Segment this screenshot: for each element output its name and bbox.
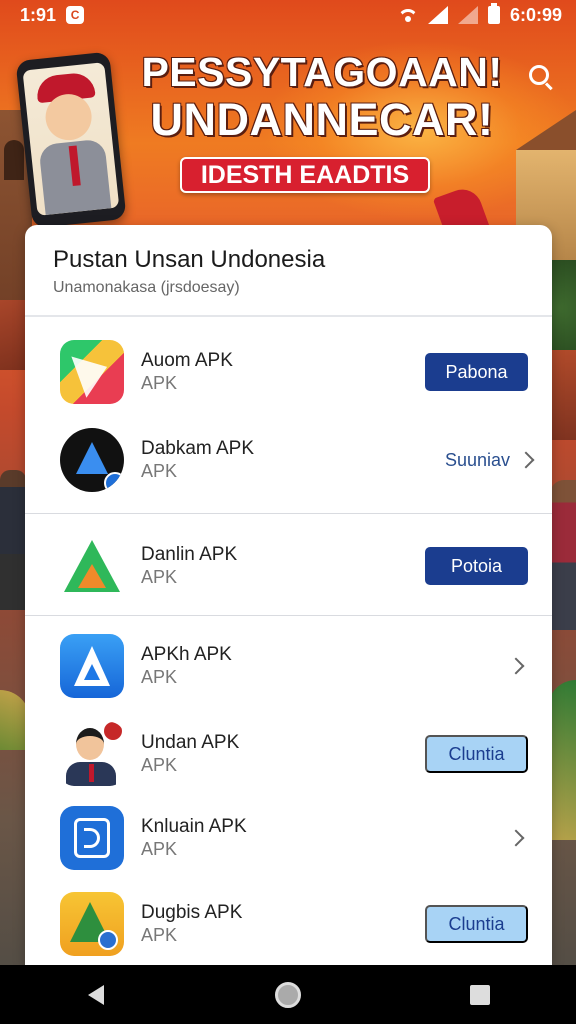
notification-badge-icon [104, 722, 122, 740]
app-type: APK [141, 373, 178, 393]
back-icon [88, 984, 104, 1005]
app-text: Undan APK APK [141, 732, 239, 776]
triangle-app-icon [60, 534, 124, 598]
app-text: APKh APK APK [141, 644, 232, 688]
person-tie [89, 764, 94, 782]
app-row-knluain[interactable]: Knluain APK APK [25, 795, 552, 881]
app-name: Danlin APK [141, 544, 238, 565]
app-row-auom[interactable]: Auom APK APK Pabona [25, 329, 552, 415]
battery-icon [487, 3, 500, 24]
home-button[interactable] [258, 975, 318, 1015]
app-row-danlin[interactable]: Danlin APK APK Potoia [25, 523, 552, 609]
search-button[interactable] [522, 58, 556, 92]
phone-screen [22, 62, 120, 216]
app-text: Dabkam APK APK [141, 438, 254, 482]
wifi-icon [398, 7, 418, 23]
app-name: Knluain APK [141, 816, 247, 837]
signal-icon-secondary [457, 6, 478, 24]
person-head [76, 728, 104, 760]
app-type: APK [141, 839, 178, 859]
yellow-app-icon [60, 892, 124, 956]
app-type: APK [141, 667, 178, 687]
app-row-dugbis[interactable]: Dugbis APK APK Cluntia [25, 881, 552, 965]
roof-right [550, 350, 576, 440]
chevron-right-icon[interactable] [507, 829, 525, 847]
app-name: Undan APK [141, 732, 240, 753]
search-icon [529, 65, 549, 85]
app-text: Danlin APK APK [141, 544, 237, 588]
app-text: Knluain APK APK [141, 816, 247, 860]
navigation-bar [0, 965, 576, 1024]
header-banner: PESSYTAGOAAN! UNDANNECAR! IDESTH EAADTIS [0, 30, 576, 247]
app-text: Auom APK APK [141, 350, 233, 394]
person-left [0, 470, 26, 610]
status-time-right: 6:0:99 [509, 4, 562, 25]
leaf-right [548, 680, 576, 840]
status-right: 6:0:99 [398, 3, 562, 26]
banner-title: PESSYTAGOAAN! UNDANNECAR! [122, 48, 522, 144]
banner-title-line1: PESSYTAGOAAN! [141, 49, 503, 95]
potoia-button[interactable]: Potoia [425, 547, 528, 585]
card-title: Pustan Unsan Undonesia [53, 246, 326, 273]
banner-tagline: IDESTH EAADTIS [180, 157, 430, 193]
recents-button[interactable] [450, 975, 510, 1015]
app-text: Dugbis APK APK [141, 902, 242, 946]
pabona-button[interactable]: Pabona [425, 353, 528, 391]
app-name: APKh APK [141, 644, 232, 665]
document-app-icon [60, 806, 124, 870]
person-app-icon [60, 722, 124, 786]
signal-icon [427, 6, 448, 24]
app-list-card: Pustan Unsan Undonesia Unamonakasa (jrsd… [25, 225, 552, 965]
app-row-undan[interactable]: Undan APK APK Cluntia [25, 711, 552, 797]
chevron-right-icon [517, 451, 535, 469]
app-name: Dabkam APK [141, 438, 254, 459]
recents-icon [470, 984, 490, 1005]
status-bar: 1:91 C 6:0:99 [0, 0, 576, 30]
app-type: APK [141, 755, 178, 775]
suuniav-link[interactable]: Suuniav [445, 449, 535, 471]
card-header: Pustan Unsan Undonesia Unamonakasa (jrsd… [25, 225, 552, 317]
app-row-apkh[interactable]: APKh APK APK [25, 623, 552, 709]
app-type: APK [141, 925, 178, 945]
notification-icon: C [66, 6, 85, 24]
app-type: APK [141, 461, 178, 481]
banner-title-line2: UNDANNECAR! [150, 94, 494, 145]
app-name: Auom APK [141, 350, 233, 371]
play-store-icon [60, 340, 124, 404]
phone-illustration [15, 51, 127, 229]
app-type: APK [141, 567, 178, 587]
suuniav-label: Suuniav [445, 449, 511, 470]
cluntia-button[interactable]: Cluntia [425, 905, 528, 943]
card-subtitle: Unamonakasa (jrsdoesay) [53, 279, 240, 296]
chevron-right-icon[interactable] [507, 657, 525, 675]
dark-app-icon [60, 428, 124, 492]
divider [25, 615, 552, 616]
app-row-dabkam[interactable]: Dabkam APK APK Suuniav [25, 417, 552, 503]
divider [25, 513, 552, 514]
app-name: Dugbis APK [141, 902, 243, 923]
app-store-icon [60, 634, 124, 698]
status-left: 1:91 C [20, 4, 85, 26]
cluntia-button[interactable]: Cluntia [425, 735, 528, 773]
person-right [550, 480, 576, 630]
status-time-left: 1:91 [20, 4, 57, 25]
back-button[interactable] [66, 975, 126, 1015]
home-icon [275, 981, 301, 1008]
